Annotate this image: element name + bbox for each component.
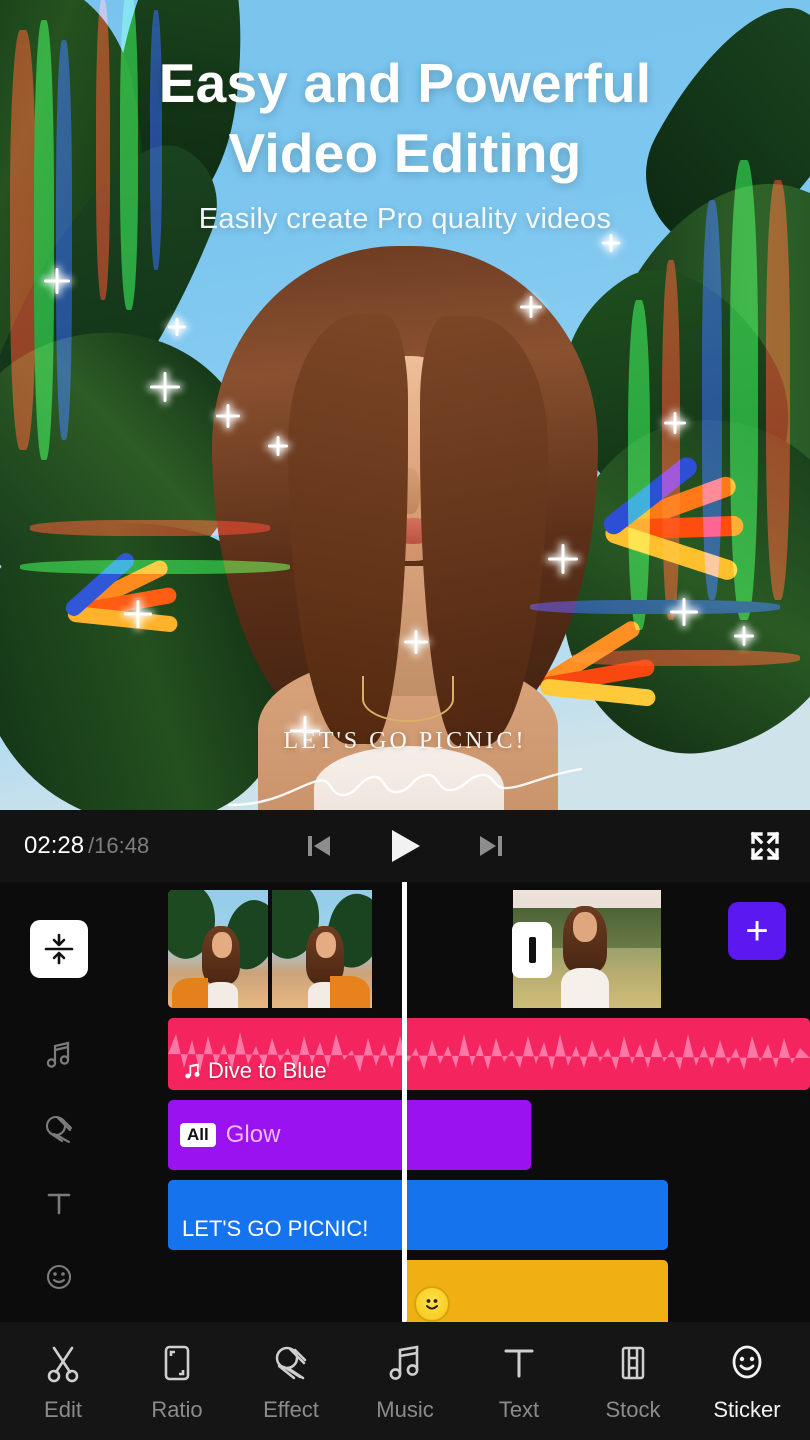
nav-label: Sticker	[713, 1396, 781, 1422]
effect-swirl-icon	[270, 1340, 312, 1386]
clip-thumbnail	[272, 890, 373, 1008]
timeline-panel[interactable]: + Dive to Blue All Glow LET'S GO PICNIC!	[0, 882, 810, 1322]
preview-subject	[212, 236, 598, 810]
playhead-marker[interactable]	[402, 882, 407, 1322]
nav-label: Ratio	[151, 1396, 203, 1422]
skip-previous-icon	[308, 836, 330, 856]
video-caption-overlay[interactable]: LET'S GO PICNIC!	[0, 728, 810, 810]
effect-scope-badge: All	[180, 1123, 216, 1147]
player-control-bar: 02:28/16:48	[0, 810, 810, 882]
smiley-sticker-icon	[414, 1286, 450, 1322]
nav-item-edit[interactable]: Edit	[12, 1340, 114, 1423]
clip-thumbnail	[168, 890, 268, 1008]
transport-controls	[297, 824, 513, 868]
video-clip[interactable]	[168, 890, 508, 1008]
caption-text: LET'S GO PICNIC!	[283, 728, 527, 754]
script-swash-icon	[227, 767, 583, 807]
add-clip-button[interactable]: +	[728, 902, 786, 960]
video-track[interactable]	[168, 890, 810, 1008]
fullscreen-button[interactable]	[742, 823, 788, 869]
fullscreen-expand-icon	[750, 831, 780, 861]
audio-track[interactable]: Dive to Blue	[168, 1018, 810, 1090]
nav-item-sticker[interactable]: Sticker	[696, 1340, 798, 1423]
play-icon	[392, 830, 420, 862]
music-note-icon	[185, 1063, 200, 1079]
promo-subheadline: Easily create Pro quality videos	[198, 202, 612, 235]
transition-button[interactable]	[512, 922, 552, 978]
headline-line-1: Easy and Powerful	[158, 52, 652, 114]
crop-ratio-icon	[156, 1340, 198, 1386]
effect-track-label: All Glow	[180, 1121, 280, 1149]
transition-icon	[528, 937, 536, 963]
skip-previous-button[interactable]	[297, 824, 341, 868]
audio-track-name: Dive to Blue	[208, 1058, 327, 1083]
timecode-display: 02:28/16:48	[24, 832, 149, 860]
nav-label: Text	[498, 1396, 540, 1422]
skip-next-icon	[480, 836, 502, 856]
nav-item-effect[interactable]: Effect	[240, 1340, 342, 1423]
nav-item-text[interactable]: Text	[468, 1340, 570, 1423]
total-time: /16:48	[88, 833, 150, 858]
flower-graphic	[62, 549, 222, 685]
text-track[interactable]: LET'S GO PICNIC!	[168, 1180, 668, 1250]
video-editor-app: Easy and Powerful Video Editing Easily c…	[0, 0, 810, 1440]
sticker-track[interactable]	[402, 1260, 668, 1322]
skip-next-button[interactable]	[469, 824, 513, 868]
smiley-face-icon	[426, 1299, 438, 1310]
timeline-tracks: + Dive to Blue All Glow LET'S GO PICNIC!	[0, 882, 810, 1322]
text-track-label: LET'S GO PICNIC!	[182, 1216, 369, 1241]
smiley-icon	[726, 1340, 768, 1386]
bottom-toolbar: Edit Ratio Effect Music Text Stock Stick…	[0, 1322, 810, 1440]
effect-track-name: Glow	[225, 1121, 281, 1148]
nav-item-ratio[interactable]: Ratio	[126, 1340, 228, 1423]
nav-label: Effect	[263, 1396, 319, 1422]
video-preview[interactable]: Easy and Powerful Video Editing Easily c…	[0, 0, 810, 810]
effect-track[interactable]: All Glow	[168, 1100, 531, 1170]
nav-item-stock[interactable]: Stock	[582, 1340, 684, 1423]
current-time: 02:28	[24, 832, 85, 859]
nav-label: Edit	[44, 1396, 82, 1422]
play-button[interactable]	[383, 824, 427, 868]
nav-label: Stock	[605, 1396, 661, 1422]
promo-headline: Easy and Powerful Video Editing Easily c…	[0, 48, 810, 236]
film-strip-icon	[612, 1340, 654, 1386]
nav-item-music[interactable]: Music	[354, 1340, 456, 1423]
music-note-icon	[384, 1340, 426, 1386]
scissors-icon	[42, 1340, 84, 1386]
headline-line-2: Video Editing	[228, 122, 582, 185]
audio-track-label: Dive to Blue	[182, 1058, 327, 1084]
nav-label: Music	[376, 1396, 434, 1422]
text-t-icon	[498, 1340, 540, 1386]
